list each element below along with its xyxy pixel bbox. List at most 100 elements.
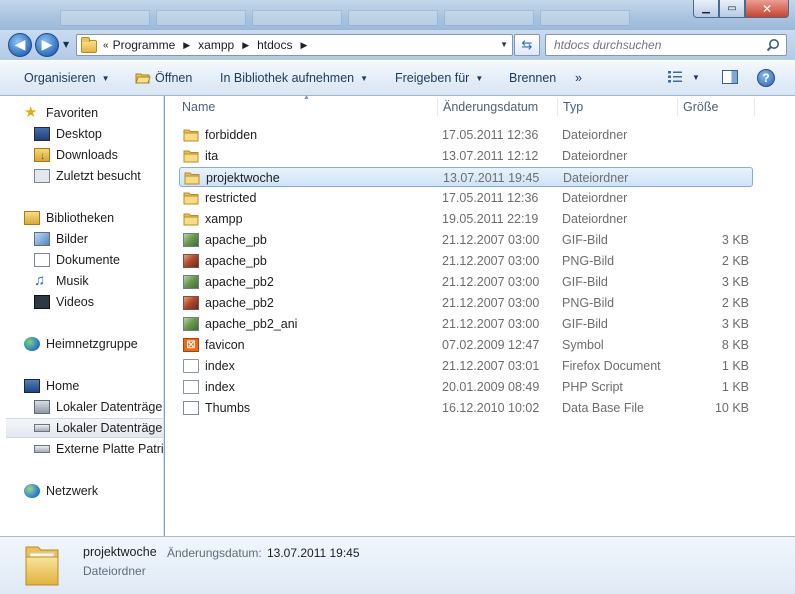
close-button[interactable]: ✕ bbox=[745, 0, 789, 18]
breadcrumb-htdocs[interactable]: htdocs bbox=[257, 38, 292, 52]
arrow-right-icon: ▶ bbox=[41, 37, 53, 53]
refresh-icon: ⇆ bbox=[521, 37, 533, 53]
open-label: Öffnen bbox=[155, 71, 193, 85]
file-type: Dateiordner bbox=[562, 128, 628, 142]
png-image-icon bbox=[183, 296, 199, 310]
file-name-cell[interactable]: Thumbs bbox=[183, 398, 433, 418]
nav-network[interactable]: Netzwerk bbox=[24, 481, 163, 501]
file-row[interactable]: apache_pb 21.12.2007 03:00 GIF-Bild 3 KB bbox=[179, 230, 753, 250]
nav-libraries[interactable]: Bibliotheken bbox=[24, 208, 163, 228]
file-name-cell[interactable]: index bbox=[183, 377, 433, 397]
burn-label: Brennen bbox=[509, 71, 557, 85]
file-size: 3 KB bbox=[721, 275, 749, 289]
nav-pictures[interactable]: Bilder bbox=[34, 229, 163, 249]
file-name-cell[interactable]: apache_pb2 bbox=[183, 293, 433, 313]
file-type: PNG-Bild bbox=[562, 254, 615, 268]
file-row[interactable]: apache_pb2 21.12.2007 03:00 PNG-Bild 2 KB bbox=[179, 293, 753, 313]
column-divider[interactable] bbox=[557, 98, 558, 116]
file-row[interactable]: ☒ favicon 07.02.2009 12:47 Symbol 8 KB bbox=[179, 335, 753, 355]
breadcrumb-programme[interactable]: Programme bbox=[113, 38, 176, 52]
column-divider[interactable] bbox=[677, 98, 678, 116]
minimize-button[interactable]: ▁ bbox=[693, 0, 719, 18]
chevron-right-icon[interactable]: ▶ bbox=[242, 40, 249, 51]
more-commands-button[interactable]: » bbox=[575, 71, 582, 85]
maximize-button[interactable]: ▭ bbox=[719, 0, 745, 18]
search-input[interactable] bbox=[554, 38, 764, 52]
preview-pane-icon[interactable] bbox=[722, 70, 738, 84]
address-bar[interactable]: « Programme ▶ xampp ▶ htdocs ▶ ▼ bbox=[76, 34, 513, 56]
file-name-cell[interactable]: apache_pb bbox=[183, 251, 433, 271]
nav-videos[interactable]: Videos bbox=[34, 292, 163, 312]
file-row[interactable]: apache_pb2_ani 21.12.2007 03:00 GIF-Bild 3 … bbox=[179, 314, 753, 334]
recent-pages-button[interactable]: ▼ bbox=[63, 40, 69, 49]
file-name: apache_pb2_ani bbox=[205, 317, 298, 331]
chevron-down-icon[interactable]: ▼ bbox=[692, 73, 700, 82]
library-menu[interactable]: In Bibliothek aufnehmen ▼ bbox=[220, 71, 368, 85]
file-name-cell[interactable]: forbidden bbox=[183, 125, 433, 145]
share-menu[interactable]: Freigeben für ▼ bbox=[395, 71, 483, 85]
view-options-icon[interactable] bbox=[668, 71, 682, 83]
background-window bbox=[348, 10, 438, 26]
nav-homegroup[interactable]: Heimnetzgruppe bbox=[24, 334, 163, 354]
column-header-size[interactable]: Größe bbox=[683, 96, 718, 118]
nav-documents[interactable]: Dokumente bbox=[34, 250, 163, 270]
file-row[interactable]: forbidden 17.05.2011 12:36 Dateiordner bbox=[179, 125, 753, 145]
nav-favorites[interactable]: ★ Favoriten bbox=[24, 103, 163, 123]
chevron-right-icon[interactable]: ▶ bbox=[183, 40, 190, 51]
help-icon[interactable]: ? bbox=[757, 69, 775, 87]
nav-downloads[interactable]: ↓ Downloads bbox=[34, 145, 163, 165]
file-size bbox=[679, 188, 749, 208]
nav-drive-external[interactable]: Externe Platte Patricl bbox=[34, 439, 163, 459]
file-row[interactable]: restricted 17.05.2011 12:36 Dateiordner bbox=[179, 188, 753, 208]
file-row[interactable]: index 21.12.2007 03:01 Firefox Document 1 K… bbox=[179, 356, 753, 376]
file-date: 20.01.2009 08:49 bbox=[442, 380, 540, 394]
refresh-button[interactable]: ⇆ bbox=[514, 34, 540, 56]
file-name: index bbox=[205, 359, 235, 373]
file-row[interactable]: Thumbs 16.12.2010 10:02 Data Base File 10 K… bbox=[179, 398, 753, 418]
organize-menu[interactable]: Organisieren ▼ bbox=[24, 71, 110, 85]
open-button[interactable]: Öffnen bbox=[135, 71, 192, 85]
column-divider[interactable] bbox=[437, 98, 438, 116]
search-box[interactable] bbox=[545, 34, 787, 56]
file-name-cell[interactable]: apache_pb bbox=[183, 230, 433, 250]
nav-drive-system[interactable]: Lokaler Datenträger bbox=[34, 397, 163, 417]
file-row[interactable]: apache_pb2 21.12.2007 03:00 GIF-Bild 3 KB bbox=[179, 272, 753, 292]
nav-computer[interactable]: Home bbox=[24, 376, 163, 396]
burn-button[interactable]: Brennen bbox=[509, 71, 556, 85]
file-name-cell[interactable]: index bbox=[183, 356, 433, 376]
file-name-cell[interactable]: restricted bbox=[183, 188, 433, 208]
file-row[interactable]: index 20.01.2009 08:49 PHP Script 1 KB bbox=[179, 377, 753, 397]
file-name-cell[interactable]: apache_pb2_ani bbox=[183, 314, 433, 334]
nav-label: Heimnetzgruppe bbox=[46, 337, 138, 351]
column-divider[interactable] bbox=[754, 98, 755, 116]
search-icon[interactable] bbox=[766, 38, 780, 52]
window-controls: ▁ ▭ ✕ bbox=[693, 0, 789, 18]
file-row[interactable]: projektwoche 13.07.2011 19:45 Dateiordner bbox=[179, 167, 753, 187]
file-name: favicon bbox=[205, 338, 245, 352]
breadcrumb-xampp[interactable]: xampp bbox=[198, 38, 234, 52]
file-name-cell[interactable]: ☒ favicon bbox=[183, 335, 433, 355]
file-type: Symbol bbox=[562, 338, 604, 352]
file-size: 3 KB bbox=[721, 317, 749, 331]
file-row[interactable]: ita 13.07.2011 12:12 Dateiordner bbox=[179, 146, 753, 166]
file-date: 19.05.2011 22:19 bbox=[442, 212, 539, 226]
back-button[interactable]: ◀ bbox=[8, 33, 32, 57]
column-header-name[interactable]: Name bbox=[182, 96, 215, 118]
breadcrumb-overflow[interactable]: « bbox=[103, 40, 109, 51]
column-header-type[interactable]: Typ bbox=[563, 96, 583, 118]
chevron-down-icon[interactable]: ▼ bbox=[500, 40, 508, 49]
file-name: xampp bbox=[205, 212, 243, 226]
nav-recent[interactable]: Zuletzt besucht bbox=[34, 166, 163, 186]
file-row[interactable]: xampp 19.05.2011 22:19 Dateiordner bbox=[179, 209, 753, 229]
file-name-cell[interactable]: ita bbox=[183, 146, 433, 166]
forward-button[interactable]: ▶ bbox=[35, 33, 59, 57]
file-name-cell[interactable]: projektwoche bbox=[184, 168, 434, 188]
file-name-cell[interactable]: apache_pb2 bbox=[183, 272, 433, 292]
column-header-date[interactable]: Änderungsdatum bbox=[443, 96, 538, 118]
chevron-right-icon[interactable]: ▶ bbox=[300, 40, 307, 51]
nav-desktop[interactable]: Desktop bbox=[34, 124, 163, 144]
nav-music[interactable]: ♫ Musik bbox=[34, 271, 163, 291]
file-name-cell[interactable]: xampp bbox=[183, 209, 433, 229]
file-row[interactable]: apache_pb 21.12.2007 03:00 PNG-Bild 2 KB bbox=[179, 251, 753, 271]
nav-drive-local[interactable]: Lokaler Datenträger bbox=[6, 418, 163, 438]
